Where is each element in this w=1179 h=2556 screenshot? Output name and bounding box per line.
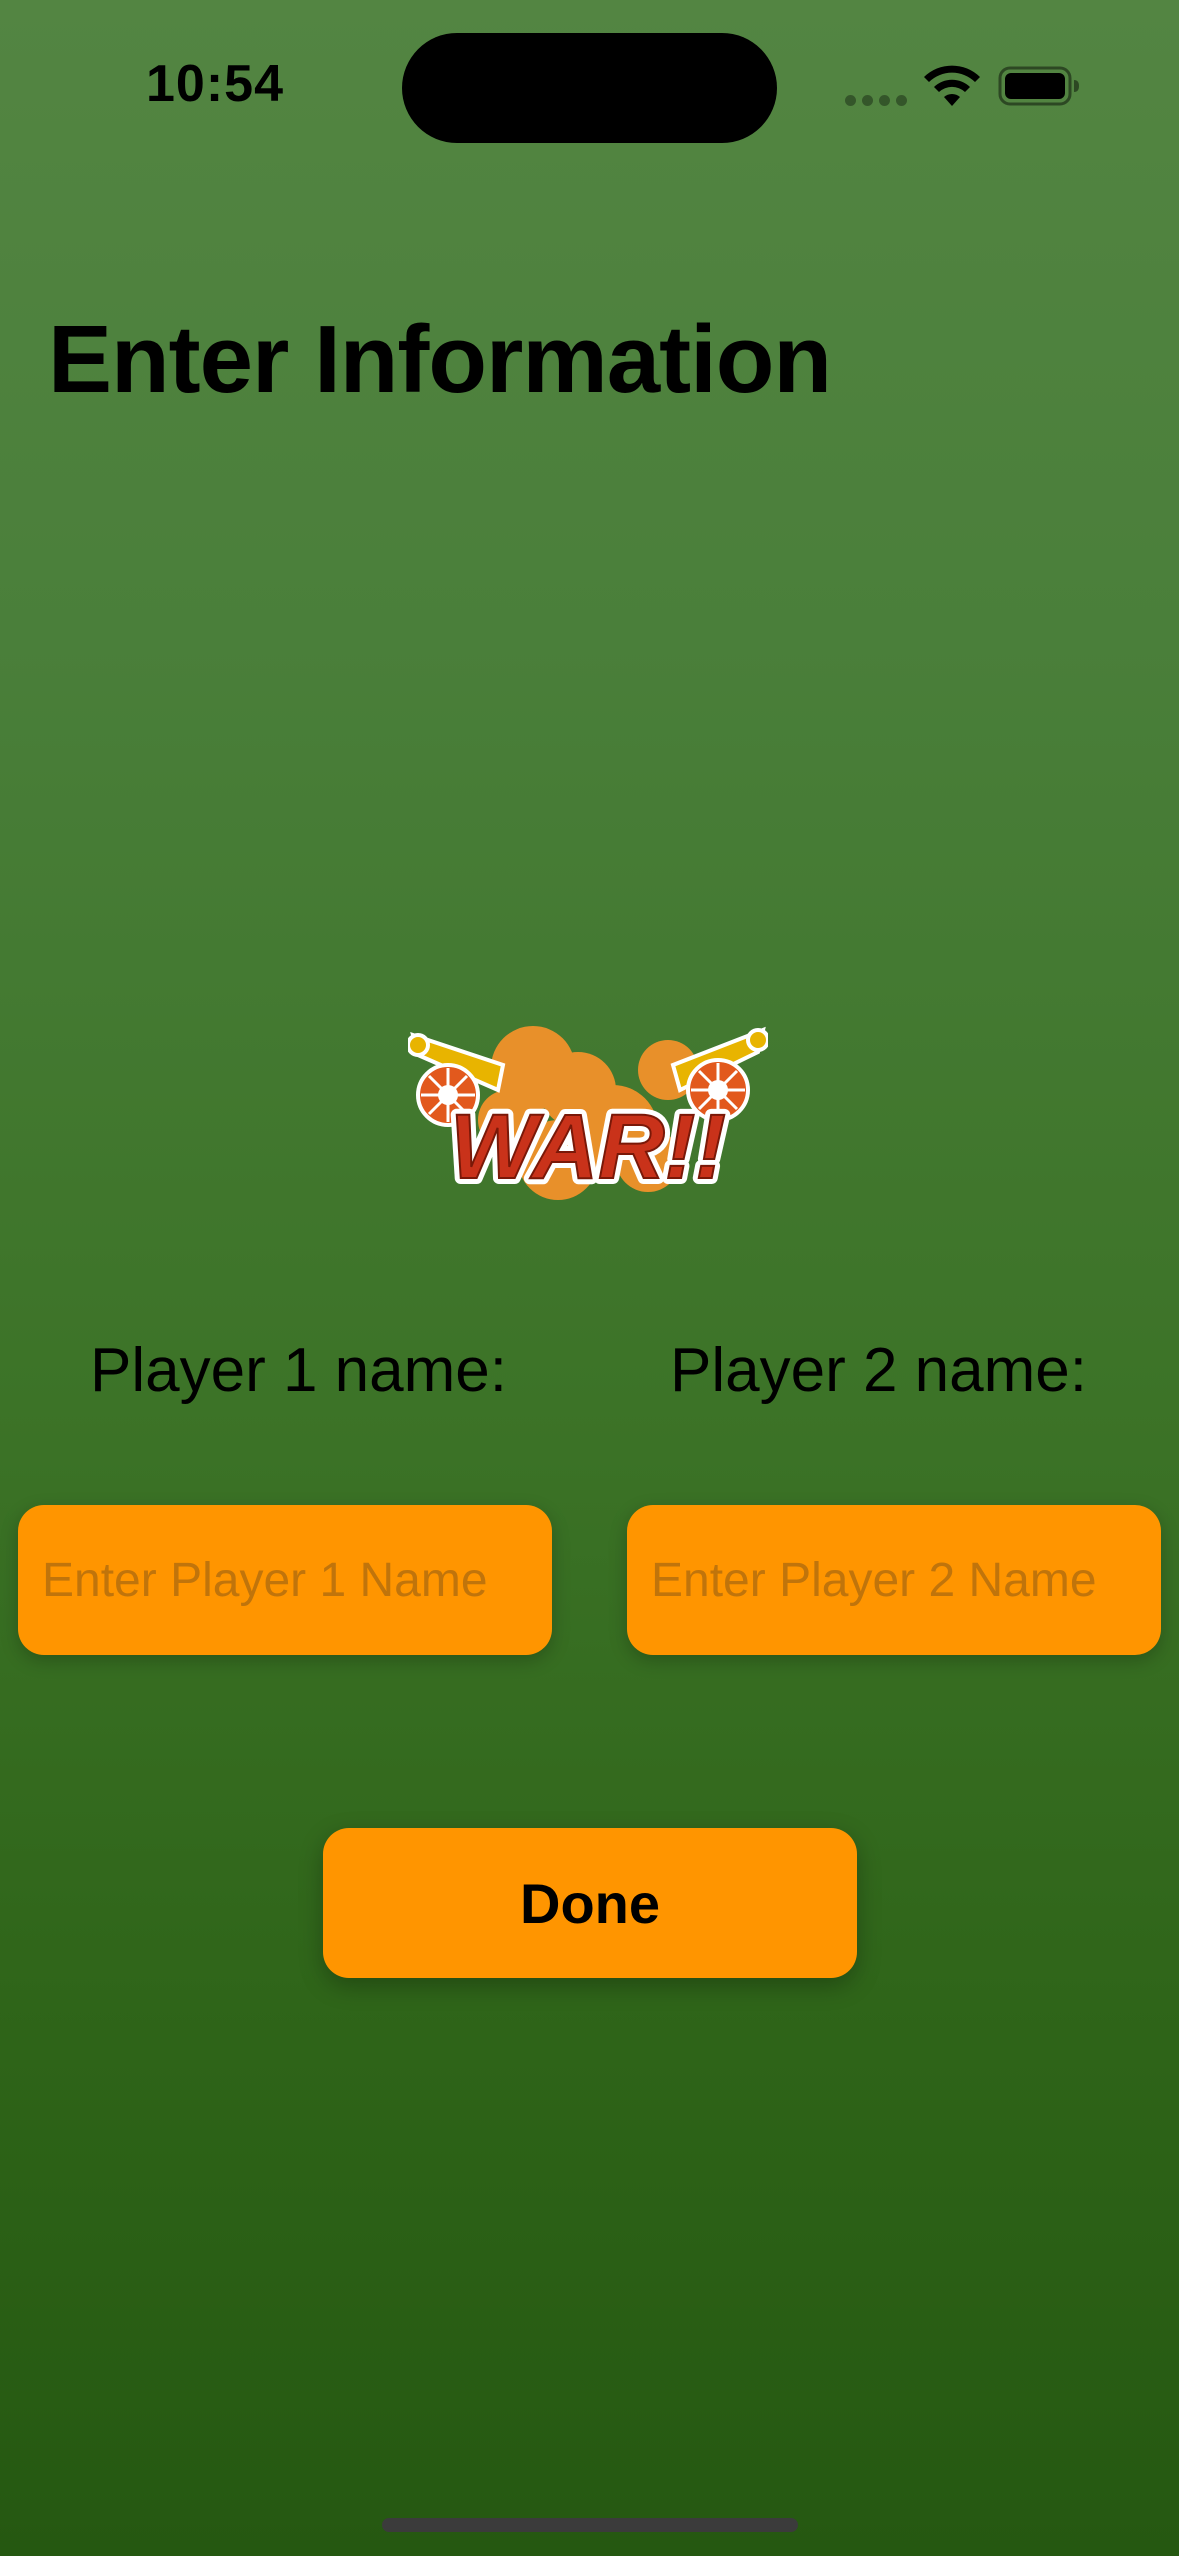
player2-name-label: Player 2 name: [670, 1336, 1087, 1405]
cellular-signal-icon [845, 95, 907, 106]
player1-name-label: Player 1 name: [90, 1336, 507, 1405]
player2-name-input[interactable] [627, 1505, 1161, 1655]
battery-icon [998, 66, 1079, 106]
status-time: 10:54 [146, 55, 284, 113]
logo-text: WAR!! [450, 1096, 726, 1198]
done-button[interactable]: Done [323, 1828, 857, 1978]
home-indicator[interactable] [382, 2518, 798, 2532]
dynamic-island [402, 33, 777, 143]
war-logo-image: WAR!! WAR!! [408, 1026, 768, 1204]
player1-name-input[interactable] [18, 1505, 552, 1655]
wifi-icon [924, 65, 980, 106]
page-title: Enter Information [48, 306, 832, 413]
